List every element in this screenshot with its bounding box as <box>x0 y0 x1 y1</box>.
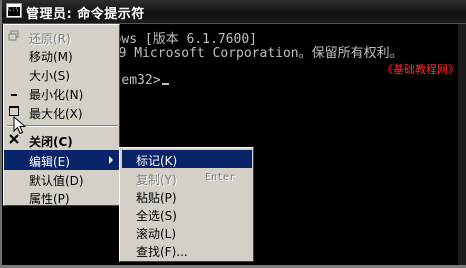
minimize-icon <box>8 86 20 98</box>
submenu-item-select-all[interactable]: 全选(S) <box>122 205 252 223</box>
shortcut-label: Enter <box>205 172 236 183</box>
cmd-icon[interactable] <box>6 3 22 18</box>
menu-item-properties[interactable]: 属性(P) <box>4 187 119 207</box>
menu-item-label: 最大化(X) <box>29 107 83 121</box>
edit-submenu: 标记(K) 复制(Y) Enter 粘贴(P) 全选(S) 滚动(L) 查找(F… <box>119 147 254 262</box>
submenu-item-label: 查找(F)... <box>136 245 188 259</box>
menu-item-size[interactable]: 大小(S) <box>4 64 119 84</box>
menu-item-defaults[interactable]: 默认值(D) <box>4 169 119 189</box>
submenu-item-label: 标记(K) <box>136 154 178 168</box>
text-cursor <box>161 83 169 85</box>
menu-item-move[interactable]: 移动(M) <box>4 45 119 65</box>
restore-icon <box>8 30 20 42</box>
submenu-item-paste[interactable]: 粘贴(P) <box>122 187 252 205</box>
submenu-item-label: 复制(Y) <box>136 173 177 187</box>
submenu-item-label: 全选(S) <box>136 209 177 223</box>
submenu-item-find[interactable]: 查找(F)... <box>122 241 252 259</box>
window-title: 管理员: 命令提示符 <box>26 7 145 22</box>
menu-item-edit[interactable]: 编辑(E) <box>4 150 119 170</box>
menu-item-label: 最小化(N) <box>29 88 84 102</box>
watermark: 《基础教程网》 <box>382 63 459 76</box>
submenu-item-copy[interactable]: 复制(Y) Enter <box>122 169 252 187</box>
system-menu: 还原(R) 移动(M) 大小(S) 最小化(N) 最大化(X) 关闭(C) 编辑… <box>3 24 120 206</box>
menu-item-restore[interactable]: 还原(R) <box>4 27 119 47</box>
menu-item-label: 大小(S) <box>29 69 70 83</box>
mouse-pointer-icon <box>13 116 27 135</box>
menu-item-label: 关闭(C) <box>29 135 73 149</box>
submenu-arrow-icon <box>109 156 113 164</box>
submenu-item-scroll[interactable]: 滚动(L) <box>122 223 252 241</box>
menu-item-label: 属性(P) <box>29 192 70 206</box>
menu-item-label: 编辑(E) <box>29 155 70 169</box>
submenu-item-label: 滚动(L) <box>136 227 177 241</box>
vertical-scrollbar[interactable] <box>458 24 466 265</box>
menu-item-minimize[interactable]: 最小化(N) <box>4 83 119 103</box>
submenu-item-label: 粘贴(P) <box>136 191 177 205</box>
menu-item-label: 移动(M) <box>29 50 73 64</box>
title-bar[interactable]: 管理员: 命令提示符 <box>2 0 466 24</box>
submenu-item-mark[interactable]: 标记(K) <box>122 150 252 168</box>
